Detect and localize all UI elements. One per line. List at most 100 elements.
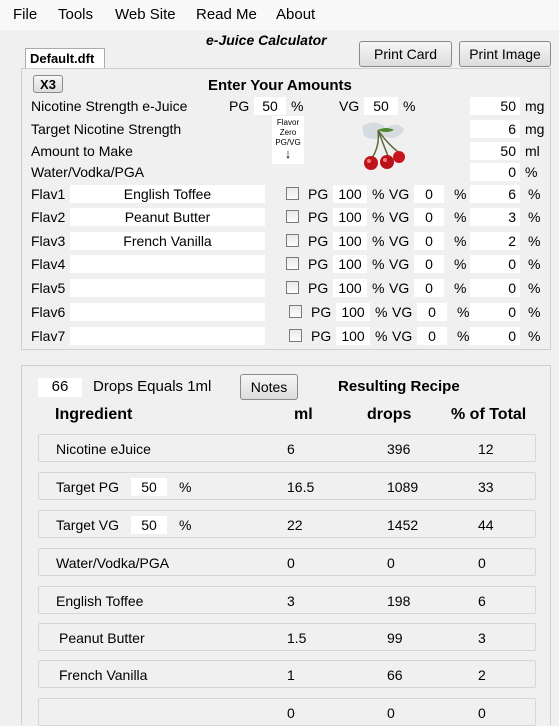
- flavor-pg-input[interactable]: 100: [333, 208, 367, 226]
- drops-per-ml-input[interactable]: 66: [38, 378, 82, 397]
- recipe-ingredient: Peanut Butter: [59, 630, 145, 646]
- target-nicotine-unit: mg: [525, 121, 545, 137]
- recipe-percent: 2: [478, 667, 486, 683]
- menu-about[interactable]: About: [276, 6, 315, 23]
- flavor-pg-label: PG: [308, 280, 329, 296]
- water-input[interactable]: 0: [470, 163, 520, 181]
- flavor-pg-percent: %: [375, 328, 388, 344]
- flavor-percent-input[interactable]: 6: [470, 185, 520, 203]
- flavor-label: Flav3: [31, 233, 66, 249]
- vg-label: VG: [339, 98, 360, 114]
- flavor-pg-input[interactable]: 100: [333, 279, 367, 297]
- flavor-zero-line1: Flavor: [276, 118, 300, 127]
- recipe-ratio-input[interactable]: 50: [131, 516, 167, 534]
- flavor-vg-input[interactable]: 0: [414, 232, 444, 250]
- flavor-name-input[interactable]: [70, 303, 265, 321]
- nicotine-unit: mg: [525, 98, 545, 114]
- flavor-pg-percent: %: [375, 304, 388, 320]
- flavor-vg-label: VG: [389, 233, 410, 249]
- flavor-label: Flav2: [31, 209, 66, 225]
- flavor-zero-line2: Zero: [279, 128, 297, 137]
- pg-input[interactable]: 50: [254, 97, 286, 115]
- recipe-drops: 1452: [387, 517, 419, 533]
- recipe-percent: 6: [478, 593, 486, 609]
- flavor-percent-input[interactable]: 2: [470, 232, 520, 250]
- flavor-vg-input[interactable]: 0: [414, 185, 444, 203]
- pg-label: PG: [229, 98, 250, 114]
- recipe-drops: 0: [387, 555, 395, 571]
- flavor-pg-label: PG: [308, 186, 329, 202]
- flavor-vg-label: VG: [389, 280, 410, 296]
- flavor-vg-percent: %: [454, 186, 467, 202]
- flavor-percent-input[interactable]: 0: [470, 255, 520, 273]
- flavor-checkbox[interactable]: [286, 281, 299, 294]
- recipe-ratio-percent: %: [179, 517, 192, 533]
- flavor-vg-percent: %: [454, 233, 467, 249]
- flavor-pg-percent: %: [372, 209, 385, 225]
- flavor-vg-input[interactable]: 0: [414, 208, 444, 226]
- recipe-ml: 3: [287, 593, 295, 609]
- menu-file[interactable]: File: [13, 6, 37, 23]
- flavor-checkbox[interactable]: [286, 234, 299, 247]
- print-card-button[interactable]: Print Card: [359, 41, 452, 67]
- print-image-button[interactable]: Print Image: [459, 41, 551, 67]
- recipe-drops: 66: [387, 667, 403, 683]
- recipe-percent: 0: [478, 555, 486, 571]
- recipe-drops: 1089: [387, 479, 419, 495]
- app-title: e-Juice Calculator: [206, 32, 327, 48]
- target-nicotine-input[interactable]: 6: [470, 120, 520, 138]
- menu-web-site[interactable]: Web Site: [115, 6, 176, 23]
- file-tab[interactable]: Default.dft: [25, 48, 105, 68]
- recipe-ingredient: Target VG: [56, 517, 120, 533]
- nicotine-input[interactable]: 50: [470, 97, 520, 115]
- menu-read-me[interactable]: Read Me: [196, 6, 257, 23]
- flavor-vg-input[interactable]: 0: [414, 255, 444, 273]
- amount-to-make-input[interactable]: 50: [470, 142, 520, 160]
- flavor-vg-label: VG: [392, 328, 413, 344]
- notes-button[interactable]: Notes: [240, 374, 298, 400]
- flavor-name-input[interactable]: English Toffee: [70, 185, 265, 203]
- flavor-checkbox[interactable]: [286, 257, 299, 270]
- recipe-ml: 1.5: [287, 630, 307, 646]
- flavor-checkbox[interactable]: [289, 305, 302, 318]
- recipe-ratio-input[interactable]: 50: [131, 478, 167, 496]
- flavor-pg-input[interactable]: 100: [333, 255, 367, 273]
- flavor-name-input[interactable]: Peanut Butter: [70, 208, 265, 226]
- flavor-vg-input[interactable]: 0: [417, 303, 447, 321]
- x3-button[interactable]: X3: [33, 75, 63, 93]
- flavor-percent-input[interactable]: 0: [470, 327, 520, 345]
- flavor-percent-input[interactable]: 0: [470, 279, 520, 297]
- nicotine-strength-label: Nicotine Strength e-Juice: [31, 98, 188, 114]
- flavor-pg-input[interactable]: 100: [336, 303, 370, 321]
- flavor-name-input[interactable]: [70, 279, 265, 297]
- recipe-percent: 12: [478, 441, 494, 457]
- flavor-name-input[interactable]: [70, 327, 265, 345]
- flavor-percent-input[interactable]: 3: [470, 208, 520, 226]
- flavor-percent-unit: %: [528, 233, 541, 249]
- amount-to-make-label: Amount to Make: [31, 143, 133, 159]
- flavor-pg-input[interactable]: 100: [336, 327, 370, 345]
- flavor-percent-unit: %: [528, 304, 541, 320]
- flavor-checkbox[interactable]: [286, 210, 299, 223]
- flavor-pg-input[interactable]: 100: [333, 185, 367, 203]
- flavor-name-input[interactable]: [70, 255, 265, 273]
- flavor-name-input[interactable]: French Vanilla: [70, 232, 265, 250]
- flavor-pg-label: PG: [311, 304, 332, 320]
- menu-tools[interactable]: Tools: [58, 6, 93, 23]
- flavor-vg-input[interactable]: 0: [414, 279, 444, 297]
- flavor-percent-unit: %: [528, 280, 541, 296]
- flavor-vg-percent: %: [457, 328, 470, 344]
- flavor-percent-unit: %: [528, 256, 541, 272]
- flavor-vg-input[interactable]: 0: [417, 327, 447, 345]
- flavor-checkbox[interactable]: [286, 187, 299, 200]
- flavor-vg-label: VG: [389, 256, 410, 272]
- column-drops: drops: [367, 406, 412, 423]
- flavor-zero-button[interactable]: Flavor Zero PG/VG ↓: [272, 116, 304, 164]
- flavor-percent-input[interactable]: 0: [470, 303, 520, 321]
- amounts-heading: Enter Your Amounts: [208, 77, 352, 94]
- flavor-pg-input[interactable]: 100: [333, 232, 367, 250]
- vg-input[interactable]: 50: [364, 97, 398, 115]
- flavor-checkbox[interactable]: [289, 329, 302, 342]
- recipe-percent: 33: [478, 479, 494, 495]
- recipe-ingredient: Water/Vodka/PGA: [56, 555, 170, 571]
